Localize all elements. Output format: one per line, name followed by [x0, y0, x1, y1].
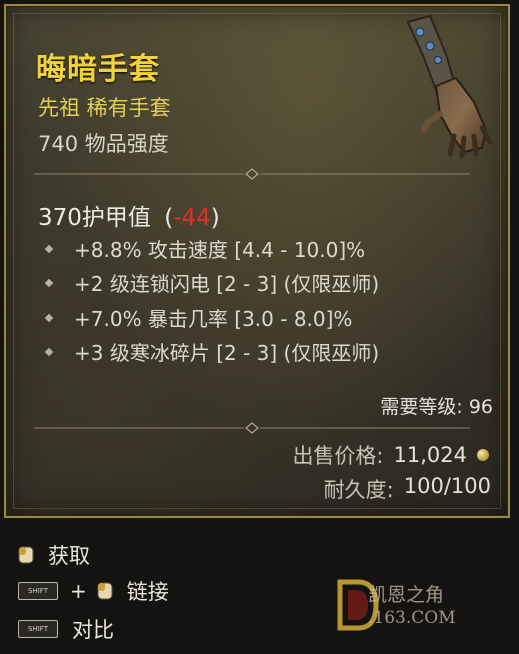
affix-text: +3 级寒冰碎片 [2 - 3] (仅限巫师)	[74, 341, 380, 365]
sell-price: 出售价格: 11,024	[292, 440, 489, 470]
required-level: 需要等级: 96	[380, 396, 493, 418]
armor-delta: -44	[173, 205, 211, 231]
divider-top	[34, 168, 470, 180]
action-link[interactable]: SHIFT + 链接	[18, 576, 169, 606]
affix-bullet-icon	[44, 278, 54, 287]
item-type: 先祖 稀有手套	[38, 96, 171, 120]
gold-coin-icon	[477, 449, 489, 461]
action-acquire[interactable]: 获取	[18, 540, 90, 570]
durability-value: 100/100	[403, 474, 491, 498]
affix-bullet-icon	[44, 313, 54, 322]
item-power: 740 物品强度	[38, 132, 169, 156]
armor-paren-close: )	[210, 205, 220, 231]
affix-row: +2 级连锁闪电 [2 - 3] (仅限巫师)	[40, 268, 379, 297]
durability-label: 耐久度:	[323, 478, 394, 502]
armor-paren-open: (	[164, 205, 174, 231]
plus-sign: +	[70, 579, 87, 603]
affix-bullet-icon	[44, 347, 54, 356]
affix-text: +8.8% 攻击速度 [4.4 - 10.0]%	[74, 238, 366, 262]
watermark-text: 凯恩之角	[368, 584, 445, 606]
watermark-domain: .163.COM	[368, 608, 456, 628]
shift-key-icon: SHIFT	[18, 620, 58, 638]
action-acquire-label: 获取	[48, 544, 90, 568]
divider-bottom	[34, 422, 470, 434]
affix-text: +7.0% 暴击几率 [3.0 - 8.0]%	[74, 307, 353, 331]
affix-row: +8.8% 攻击速度 [4.4 - 10.0]%	[40, 234, 365, 263]
affix-row: +3 级寒冰碎片 [2 - 3] (仅限巫师)	[40, 337, 379, 366]
affix-bullet-icon	[44, 244, 54, 253]
affix-row: +7.0% 暴击几率 [3.0 - 8.0]%	[40, 303, 352, 332]
mouse-icon	[97, 582, 113, 600]
action-compare[interactable]: SHIFT 对比	[18, 614, 114, 644]
armor-value: 370护甲值	[38, 205, 151, 231]
durability: 耐久度: 100/100	[324, 474, 491, 504]
mouse-icon	[18, 546, 34, 564]
affix-text: +2 级连锁闪电 [2 - 3] (仅限巫师)	[74, 272, 380, 296]
sell-price-label: 出售价格:	[292, 444, 384, 468]
action-compare-label: 对比	[72, 618, 114, 642]
action-link-label: 链接	[126, 580, 169, 604]
item-name: 晦暗手套	[36, 52, 160, 87]
gauntlet-icon	[406, 14, 493, 159]
armor-value-line: 370护甲值 (-44)	[38, 198, 220, 232]
sell-price-value: 11,024	[393, 443, 467, 467]
shift-key-icon: SHIFT	[18, 582, 58, 600]
